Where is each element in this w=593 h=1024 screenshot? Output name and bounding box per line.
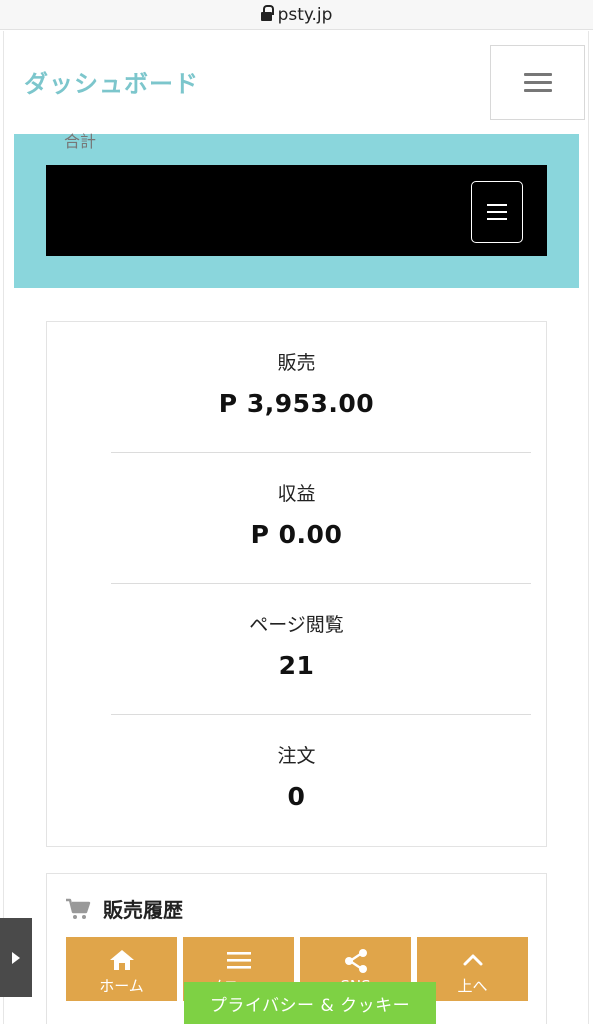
stat-value: P 3,953.00	[218, 389, 375, 418]
home-icon	[109, 950, 134, 970]
menu-bar	[523, 73, 552, 76]
menu-bar	[487, 204, 507, 206]
nav-label: 上へ	[457, 977, 488, 995]
menu-bar	[487, 211, 507, 213]
banner-menu-button[interactable]	[471, 181, 523, 243]
url-text: psty.jp	[277, 4, 333, 25]
cart-icon	[66, 898, 91, 919]
lock-icon	[260, 4, 274, 23]
header-banner	[14, 134, 579, 288]
divider	[111, 714, 531, 715]
privacy-cookie-button[interactable]: プライバシー & クッキー	[184, 982, 436, 1024]
stat-value: 21	[278, 651, 315, 680]
nav-label: ホーム	[99, 977, 144, 995]
stat-revenue: 収益 P 0.00	[47, 479, 546, 549]
page-title: ダッシュボード	[24, 70, 199, 98]
side-expand-tab[interactable]	[0, 918, 32, 997]
nav-home-button[interactable]: ホーム	[66, 937, 177, 1001]
stats-card: 販売 P 3,953.00 収益 P 0.00 ページ閲覧 21 注文 0	[46, 321, 547, 847]
stat-value: P 0.00	[250, 520, 343, 549]
menu-bar	[523, 81, 552, 84]
stat-value: 0	[287, 782, 306, 811]
chevron-up-icon	[463, 954, 482, 966]
sales-history-title: 販売履歴	[103, 898, 183, 922]
banner-navbar	[46, 165, 547, 256]
stat-label: 収益	[277, 483, 316, 505]
sales-history-header: 販売履歴	[65, 894, 183, 923]
total-label: 合計	[64, 132, 97, 151]
stat-page-views: ページ閲覧 21	[47, 610, 546, 680]
hamburger-menu-button[interactable]	[490, 45, 585, 120]
stat-sales: 販売 P 3,953.00	[47, 348, 546, 418]
browser-url-bar[interactable]: psty.jp	[0, 0, 593, 30]
stat-label: ページ閲覧	[249, 614, 344, 636]
divider	[111, 583, 531, 584]
stat-orders: 注文 0	[47, 741, 546, 811]
stat-label: 注文	[277, 745, 316, 767]
divider	[111, 452, 531, 453]
share-icon	[344, 949, 367, 973]
menu-bar	[487, 218, 507, 220]
menu-icon	[226, 952, 251, 969]
stat-label: 販売	[277, 352, 316, 374]
menu-bar	[523, 89, 552, 92]
